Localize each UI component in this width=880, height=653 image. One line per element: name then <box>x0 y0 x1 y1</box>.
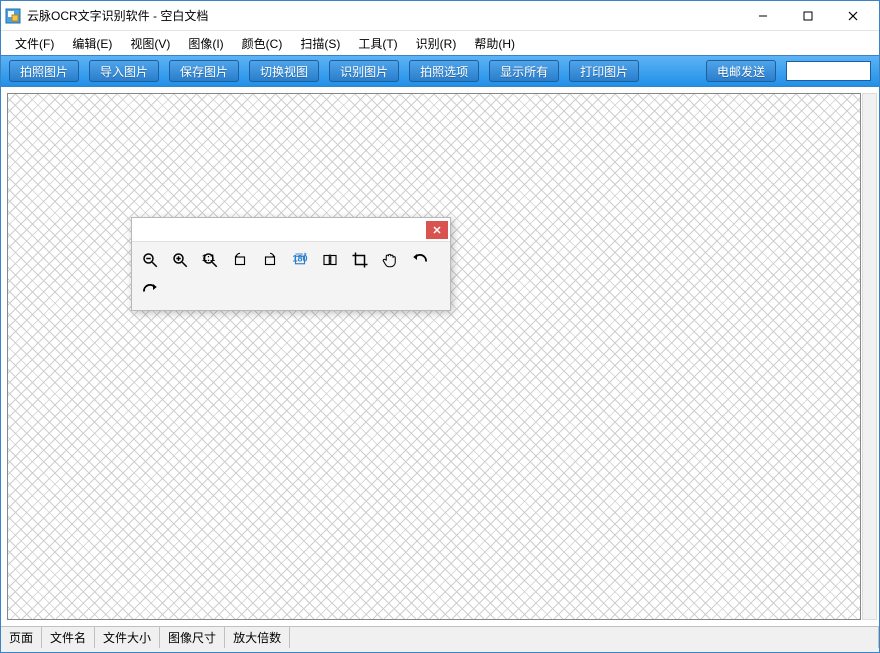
maximize-button[interactable] <box>785 2 830 30</box>
switch-view-button[interactable]: 切换视图 <box>249 60 319 82</box>
app-window: 云脉OCR文字识别软件 - 空白文档 文件(F) 编辑(E) 视图(V) 图像(… <box>0 0 880 653</box>
menu-tool[interactable]: 工具(T) <box>350 33 405 54</box>
toolbar-text-input[interactable] <box>786 61 871 81</box>
menu-file[interactable]: 文件(F) <box>7 33 62 54</box>
rotate-180-icon[interactable]: 180 <box>288 248 312 272</box>
save-image-button[interactable]: 保存图片 <box>169 60 239 82</box>
vertical-scrollbar[interactable] <box>862 93 877 620</box>
main-toolbar: 拍照图片 导入图片 保存图片 切换视图 识别图片 拍照选项 显示所有 打印图片 … <box>1 55 879 87</box>
svg-text:1:1: 1:1 <box>202 253 215 263</box>
image-canvas-frame <box>7 93 861 620</box>
rotate-right-icon[interactable] <box>258 248 282 272</box>
status-page-label: 页面 <box>1 627 42 648</box>
close-button[interactable] <box>830 2 875 30</box>
menu-recognize[interactable]: 识别(R) <box>408 33 465 54</box>
status-spacer <box>290 627 879 648</box>
menu-image[interactable]: 图像(I) <box>180 33 231 54</box>
toolbox-row: 1:1 180 <box>132 242 450 310</box>
menubar: 文件(F) 编辑(E) 视图(V) 图像(I) 颜色(C) 扫描(S) 工具(T… <box>1 31 879 55</box>
status-zoom-label: 放大倍数 <box>225 627 290 648</box>
svg-text:180: 180 <box>292 254 307 264</box>
minimize-button[interactable] <box>740 2 785 30</box>
titlebar: 云脉OCR文字识别软件 - 空白文档 <box>1 1 879 31</box>
redo-icon[interactable] <box>138 278 162 302</box>
status-image-dim-label: 图像尺寸 <box>160 627 225 648</box>
window-title: 云脉OCR文字识别软件 - 空白文档 <box>27 7 740 24</box>
menu-view[interactable]: 视图(V) <box>122 33 178 54</box>
capture-image-button[interactable]: 拍照图片 <box>9 60 79 82</box>
menu-scan[interactable]: 扫描(S) <box>292 33 348 54</box>
window-controls <box>740 2 875 30</box>
flip-icon[interactable] <box>318 248 342 272</box>
recognize-image-button[interactable]: 识别图片 <box>329 60 399 82</box>
toolbox-close-button[interactable] <box>426 221 448 239</box>
image-canvas[interactable] <box>8 94 860 619</box>
undo-icon[interactable] <box>408 248 432 272</box>
menu-edit[interactable]: 编辑(E) <box>64 33 120 54</box>
import-image-button[interactable]: 导入图片 <box>89 60 159 82</box>
toolbox-titlebar[interactable] <box>132 218 450 242</box>
menu-color[interactable]: 颜色(C) <box>234 33 291 54</box>
zoom-out-icon[interactable] <box>138 248 162 272</box>
floating-toolbox[interactable]: 1:1 180 <box>131 217 451 311</box>
resize-grip[interactable] <box>1 648 879 652</box>
content-area: 1:1 180 <box>1 87 879 626</box>
pan-hand-icon[interactable] <box>378 248 402 272</box>
print-image-button[interactable]: 打印图片 <box>569 60 639 82</box>
status-filename-label: 文件名 <box>42 627 95 648</box>
statusbar: 页面 文件名 文件大小 图像尺寸 放大倍数 <box>1 626 879 648</box>
crop-icon[interactable] <box>348 248 372 272</box>
capture-options-button[interactable]: 拍照选项 <box>409 60 479 82</box>
rotate-left-icon[interactable] <box>228 248 252 272</box>
zoom-in-icon[interactable] <box>168 248 192 272</box>
status-filesize-label: 文件大小 <box>95 627 160 648</box>
show-all-button[interactable]: 显示所有 <box>489 60 559 82</box>
app-icon <box>5 8 21 24</box>
menu-help[interactable]: 帮助(H) <box>466 33 523 54</box>
zoom-actual-size-icon[interactable]: 1:1 <box>198 248 222 272</box>
email-send-button[interactable]: 电邮发送 <box>706 60 776 82</box>
